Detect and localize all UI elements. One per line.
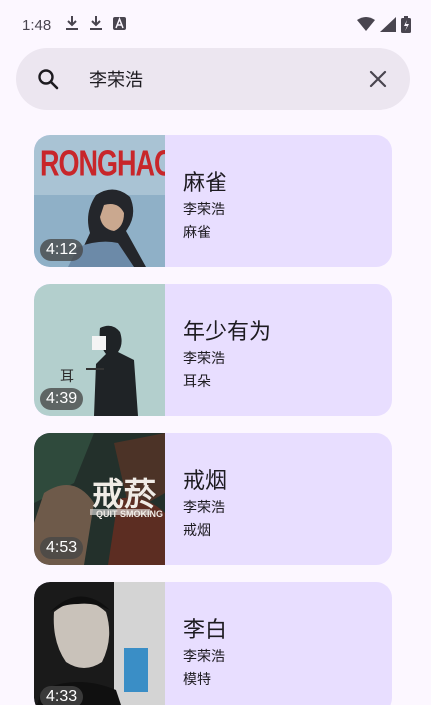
song-artist: 李荣浩 <box>183 202 225 218</box>
song-artist: 李荣浩 <box>183 500 225 516</box>
duration-badge: 4:39 <box>40 388 84 410</box>
status-time: 1:48 <box>22 16 52 34</box>
status-bar: 1:48 <box>0 0 431 50</box>
duration-badge: 4:53 <box>40 537 84 559</box>
song-card[interactable]: 4:33 李白 李荣浩 模特 <box>34 582 392 705</box>
wifi-icon <box>357 17 375 36</box>
results-list[interactable]: RONGHAO 4:12 麻雀 李荣浩 麻雀 耳 4:39 年少有为 李荣浩 耳… <box>0 116 431 705</box>
song-card[interactable]: 戒菸 QUIT SMOKING 4:53 戒烟 李荣浩 戒烟 <box>34 433 392 565</box>
album-art-text: RONGHAO <box>40 143 165 184</box>
song-title: 麻雀 <box>183 171 228 196</box>
song-card[interactable]: RONGHAO 4:12 麻雀 李荣浩 麻雀 <box>34 135 392 267</box>
song-album: 耳朵 <box>183 374 211 390</box>
song-album: 戒烟 <box>183 523 211 539</box>
duration-badge: 4:12 <box>40 239 84 261</box>
download-icon <box>89 15 103 35</box>
song-title: 李白 <box>183 618 228 643</box>
search-input[interactable]: 李荣浩 <box>89 66 143 92</box>
album-thumbnail: RONGHAO 4:12 <box>34 135 165 267</box>
close-icon[interactable] <box>366 67 390 91</box>
album-thumbnail: 4:33 <box>34 582 165 705</box>
text-a-icon <box>113 16 127 34</box>
song-title: 戒烟 <box>183 469 228 494</box>
album-art-text: 耳 <box>60 369 74 385</box>
song-album: 模特 <box>183 672 211 688</box>
album-thumbnail: 耳 4:39 <box>34 284 165 416</box>
album-thumbnail: 戒菸 QUIT SMOKING 4:53 <box>34 433 165 565</box>
song-artist: 李荣浩 <box>183 351 225 367</box>
duration-badge: 4:33 <box>40 686 84 705</box>
search-icon[interactable] <box>36 67 60 91</box>
signal-icon <box>380 17 396 36</box>
song-album: 麻雀 <box>183 225 211 241</box>
song-title: 年少有为 <box>183 320 272 345</box>
song-card[interactable]: 耳 4:39 年少有为 李荣浩 耳朵 <box>34 284 392 416</box>
download-icon <box>65 15 79 35</box>
battery-icon <box>401 16 411 37</box>
search-bar[interactable]: 李荣浩 <box>16 48 410 110</box>
album-art-subtext: QUIT SMOKING <box>96 509 163 519</box>
song-artist: 李荣浩 <box>183 649 225 665</box>
